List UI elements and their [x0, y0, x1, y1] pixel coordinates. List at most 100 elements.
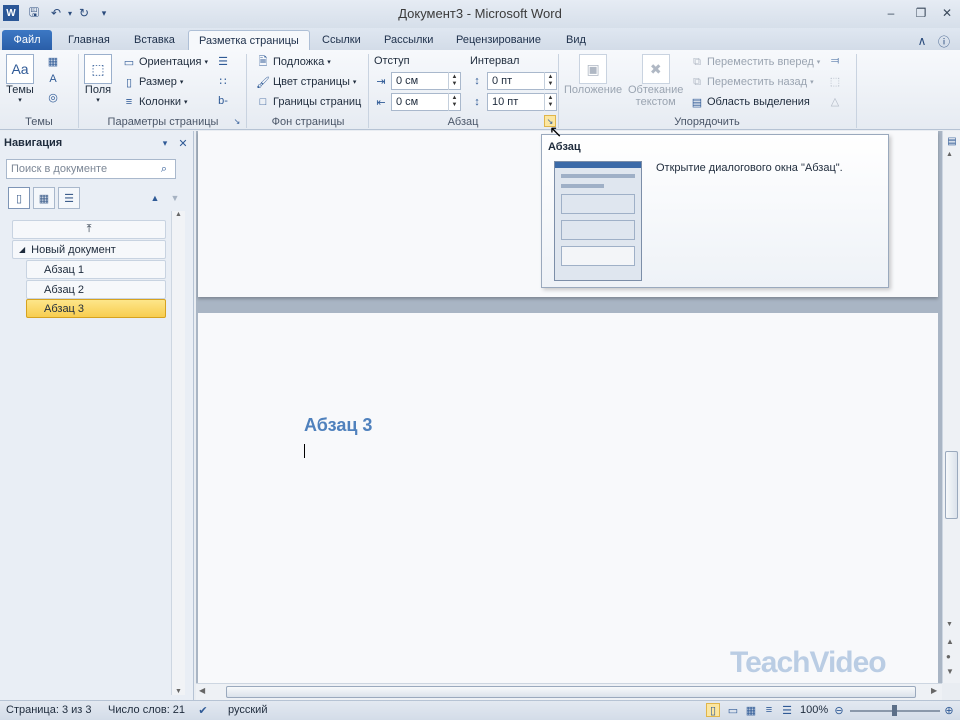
orientation-button[interactable]: ▭ Ориентация ▾ — [122, 55, 208, 69]
zoom-out-icon[interactable]: ⊖ — [832, 703, 846, 717]
scroll-down-icon[interactable]: ▼ — [946, 621, 953, 628]
print-layout-icon[interactable]: ▯ — [706, 703, 720, 717]
margins-button[interactable]: ⬚ Поля ▾ — [84, 54, 112, 104]
spinner-icon[interactable]: ▲ ▼ — [544, 72, 556, 90]
zoom-slider-thumb[interactable] — [892, 705, 897, 716]
hyphenation-icon[interactable]: b‑ — [216, 94, 230, 108]
search-input[interactable]: Поиск в документе — [6, 159, 176, 179]
theme-fonts-icon[interactable]: A — [46, 72, 60, 86]
close-icon[interactable]: ✕ — [936, 4, 958, 22]
restore-icon[interactable]: ❐ — [910, 4, 932, 22]
collapse-all-icon[interactable]: ⤒ — [12, 220, 166, 239]
position-button[interactable]: ▣ Положение — [564, 54, 622, 96]
send-backward-button[interactable]: ⧉ Переместить назад ▾ — [690, 75, 814, 89]
tab-mailings[interactable]: Рассылки — [374, 30, 443, 50]
next-heading-icon[interactable]: ▼ — [168, 191, 182, 205]
page-borders-icon: □ — [259, 96, 267, 108]
proofing-icon[interactable]: ✔ — [196, 703, 210, 717]
tab-view[interactable]: Вид — [556, 30, 596, 50]
list-item[interactable]: Абзац 1 — [26, 260, 166, 279]
help-icon[interactable]: ⓘ — [936, 33, 952, 49]
browse-object-icon[interactable]: ● — [946, 652, 951, 661]
scroll-left-icon[interactable]: ◀ — [199, 686, 205, 695]
indent-left-input[interactable]: 0 см ▲ ▼ — [391, 72, 461, 90]
search-icon[interactable]: ⌕ — [157, 162, 171, 176]
dialog-launcher-icon[interactable]: ↘ — [232, 116, 242, 126]
scroll-up-icon[interactable]: ▲ — [172, 211, 185, 218]
spinner-icon[interactable]: ▲ ▼ — [544, 93, 556, 111]
theme-colors-icon[interactable]: ▦ — [46, 54, 60, 68]
watermark-icon: 🗎 — [258, 55, 268, 68]
spacing-after-control: ↕ 10 пт ▲ ▼ — [470, 93, 557, 111]
zoom-in-icon[interactable]: ⊕ — [942, 703, 956, 717]
list-item-selected[interactable]: Абзац 3 — [26, 299, 166, 318]
vertical-scrollbar[interactable]: ▤ ▲ ▼ ▲ ● ▼ — [942, 131, 960, 683]
tab-page-layout[interactable]: Разметка страницы — [188, 30, 310, 50]
columns-button[interactable]: ≡ Колонки ▾ — [122, 95, 188, 109]
ruler-toggle-icon[interactable]: ▤ — [945, 134, 959, 148]
rotate-icon[interactable]: △ — [828, 94, 842, 108]
tab-references[interactable]: Ссылки — [312, 30, 371, 50]
document-heading[interactable]: Абзац 3 — [304, 415, 372, 436]
previous-heading-icon[interactable]: ▲ — [148, 191, 162, 205]
theme-effects-icon[interactable]: ◎ — [46, 90, 60, 104]
next-page-icon[interactable]: ▼ — [946, 667, 954, 676]
text-cursor — [304, 444, 305, 458]
draft-icon[interactable]: ☰ — [780, 703, 794, 717]
nav-scrollbar[interactable]: ▲ ▼ — [171, 211, 185, 695]
tab-file[interactable]: Файл — [2, 30, 52, 50]
spacing-after-input[interactable]: 10 пт ▲ ▼ — [487, 93, 557, 111]
scroll-down-icon[interactable]: ▼ — [172, 688, 185, 695]
spacing-before-input[interactable]: 0 пт ▲ ▼ — [487, 72, 557, 90]
tab-review[interactable]: Рецензирование — [446, 30, 551, 50]
word-count-status[interactable]: Число слов: 21 — [108, 704, 185, 716]
tab-headings-icon[interactable]: ▯ — [8, 187, 30, 209]
scroll-right-icon[interactable]: ▶ — [931, 686, 937, 695]
expand-triangle-icon[interactable]: ◢ — [19, 245, 25, 254]
outline-icon[interactable]: ≡ — [762, 703, 776, 717]
web-layout-icon[interactable]: ▦ — [744, 703, 758, 717]
close-icon[interactable]: ✕ — [176, 136, 190, 150]
themes-button[interactable]: Aa Темы ▾ — [6, 54, 34, 104]
indent-right-input[interactable]: 0 см ▲ ▼ — [391, 93, 461, 111]
zoom-level[interactable]: 100% — [800, 704, 828, 716]
scroll-up-icon[interactable]: ▲ — [946, 151, 953, 158]
minimize-ribbon-icon[interactable]: ∧ — [914, 33, 930, 49]
bring-forward-button[interactable]: ⧉ Переместить вперед ▾ — [690, 55, 820, 69]
tab-home[interactable]: Главная — [58, 30, 120, 50]
tab-insert[interactable]: Вставка — [124, 30, 185, 50]
send-backward-icon: ⧉ — [693, 75, 701, 88]
align-icon[interactable]: ⫤ — [828, 54, 842, 68]
wrap-text-button[interactable]: ✖ Обтекание текстом — [628, 54, 683, 108]
wrap-text-label-2: текстом — [635, 96, 676, 108]
watermark-button[interactable]: 🗎 Подложка ▾ — [256, 55, 331, 69]
previous-page-icon[interactable]: ▲ — [946, 637, 954, 646]
navigation-pane: Навигация ▾ ✕ Поиск в документе ⌕ ▯ ▦ ☰ … — [0, 131, 194, 700]
group-icon[interactable]: ⬚ — [828, 74, 842, 88]
page-count-status[interactable]: Страница: 3 из 3 — [6, 704, 92, 716]
tab-results-icon[interactable]: ☰ — [58, 187, 80, 209]
line-numbers-icon[interactable]: ∷ — [216, 74, 230, 88]
selection-pane-button[interactable]: ▤ Область выделения — [690, 95, 810, 109]
language-status[interactable]: русский — [228, 704, 267, 716]
group-label-themes: Темы — [25, 116, 53, 128]
full-screen-reading-icon[interactable]: ▭ — [726, 703, 740, 717]
list-item[interactable]: Абзац 2 — [26, 280, 166, 299]
hscroll-thumb[interactable] — [226, 686, 916, 698]
wrap-text-icon: ✖ — [641, 54, 670, 84]
page-current[interactable] — [198, 313, 938, 683]
breaks-icon[interactable]: ☰ — [216, 54, 230, 68]
page-color-button[interactable]: 🖌 Цвет страницы ▾ — [256, 75, 356, 89]
page-borders-button[interactable]: □ Границы страниц — [256, 95, 362, 109]
size-icon: ▯ — [125, 76, 133, 89]
list-item-root[interactable]: ◢ Новый документ — [12, 240, 166, 259]
spinner-icon[interactable]: ▲ ▼ — [448, 93, 460, 111]
tab-pages-icon[interactable]: ▦ — [33, 187, 55, 209]
pane-options-icon[interactable]: ▾ — [158, 136, 172, 150]
scroll-thumb[interactable] — [945, 451, 958, 519]
indent-left-icon: ⇥ — [376, 75, 386, 88]
size-button[interactable]: ▯ Размер ▾ — [122, 75, 183, 89]
horizontal-scrollbar[interactable]: ◀ ▶ — [196, 683, 942, 700]
spinner-icon[interactable]: ▲ ▼ — [448, 72, 460, 90]
minimize-icon[interactable]: – — [880, 4, 902, 22]
